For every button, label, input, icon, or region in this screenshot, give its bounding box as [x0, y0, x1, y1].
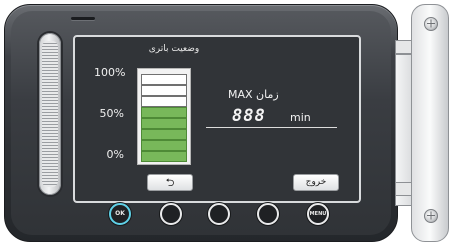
battery-gauge: [137, 68, 191, 165]
exit-button[interactable]: خروج: [293, 174, 339, 191]
divider-line: [206, 127, 337, 128]
bezel-slot: [71, 17, 95, 20]
hardware-button-3[interactable]: [208, 203, 230, 225]
battery-level-100: 100%: [94, 66, 126, 79]
touch-sensor-strip[interactable]: [39, 33, 61, 195]
max-time-unit: min: [290, 111, 311, 124]
menu-button[interactable]: MENU: [307, 203, 329, 225]
battery-cell: [141, 129, 187, 140]
battery-cell: [141, 118, 187, 129]
battery-level-50: 50%: [99, 107, 124, 120]
hardware-button-2[interactable]: [160, 203, 182, 225]
battery-status-title: وضعیت باتری: [148, 44, 200, 54]
back-button[interactable]: ⮌: [147, 174, 193, 191]
battery-cell: [141, 74, 187, 85]
screw-icon: [424, 209, 438, 223]
ok-label: OK: [115, 210, 125, 217]
lcd-hinge: [395, 4, 449, 242]
battery-cell: [141, 107, 187, 118]
battery-level-0: 0%: [106, 148, 124, 161]
max-time-label: زمان MAX: [228, 88, 279, 101]
menu-label: MENU: [309, 211, 327, 217]
battery-cell: [141, 85, 187, 96]
battery-cell: [141, 96, 187, 107]
max-time-value: 888: [232, 106, 266, 126]
battery-cell: [141, 151, 187, 162]
screw-icon: [424, 17, 438, 31]
grip-ridges: [42, 41, 58, 187]
hinge-plate: [411, 4, 449, 242]
ok-button[interactable]: OK: [109, 203, 131, 225]
return-arrow-icon: ⮌: [165, 176, 175, 189]
battery-cell: [141, 140, 187, 151]
hardware-button-4[interactable]: [257, 203, 279, 225]
